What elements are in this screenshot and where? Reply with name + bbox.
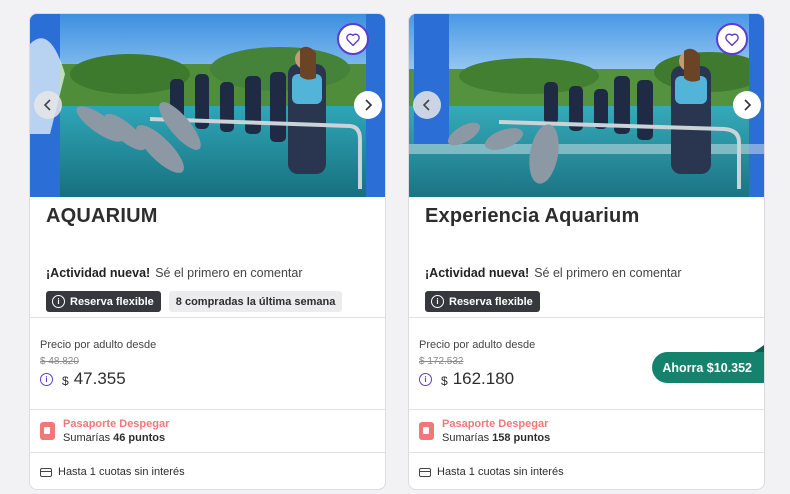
credit-card-icon — [40, 467, 52, 477]
installments-label: Hasta 1 cuotas sin interés — [437, 466, 564, 478]
flexible-booking-badge[interactable]: i Reserva flexible — [425, 291, 540, 312]
credit-card-icon — [419, 467, 431, 477]
flexible-booking-label: Reserva flexible — [449, 295, 533, 308]
savings-badge: Ahorra $10.352 — [652, 345, 764, 383]
next-photo-button[interactable] — [733, 91, 761, 119]
passport-icon — [40, 422, 55, 440]
info-icon[interactable]: i — [40, 372, 53, 386]
points-prefix: Sumarías — [442, 432, 490, 444]
tags-row: i Reserva flexible — [425, 291, 540, 312]
favorite-button[interactable] — [716, 23, 748, 55]
price-row: i $ 47.355 — [40, 369, 126, 389]
previous-photo-button[interactable] — [34, 91, 62, 119]
price-value: 47.355 — [73, 369, 126, 388]
passport-points: Pasaporte Despegar Sumarías 158 puntos — [419, 417, 550, 445]
points-prefix: Sumarías — [63, 432, 111, 444]
points-value: 46 puntos — [113, 432, 166, 444]
old-price: $ 172.532 — [419, 356, 464, 367]
dolphin-show-image — [30, 14, 385, 197]
passport-name: Pasaporte Despegar — [63, 418, 170, 430]
chevron-left-icon — [43, 99, 51, 111]
rating-info: ¡Actividad nueva! Sé el primero en coment… — [46, 266, 302, 280]
divider — [30, 409, 385, 410]
no-reviews-label: Sé el primero en comentar — [534, 266, 682, 280]
divider — [409, 409, 764, 410]
price-label: Precio por adulto desde — [40, 339, 157, 351]
purchases-badge: 8 compradas la última semana — [168, 291, 343, 312]
installments-label: Hasta 1 cuotas sin interés — [58, 466, 185, 478]
old-price: $ 48.820 — [40, 356, 79, 367]
passport-name: Pasaporte Despegar — [442, 418, 549, 430]
new-activity-label: ¡Actividad nueva! — [425, 266, 530, 280]
price-value: 162.180 — [452, 369, 515, 388]
next-photo-button[interactable] — [354, 91, 382, 119]
chevron-left-icon — [422, 99, 430, 111]
tags-row: i Reserva flexible 8 compradas la última… — [46, 291, 343, 312]
activity-title[interactable]: Experiencia Aquarium — [425, 205, 639, 228]
heart-icon — [346, 33, 360, 46]
price-label: Precio por adulto desde — [419, 339, 536, 351]
activity-card[interactable]: AQUARIUM ¡Actividad nueva! Sé el primero … — [29, 13, 386, 490]
flexible-booking-badge[interactable]: i Reserva flexible — [46, 291, 161, 312]
installments-info: Hasta 1 cuotas sin interés — [419, 466, 564, 478]
divider — [409, 452, 764, 453]
activity-card[interactable]: Experiencia Aquarium ¡Actividad nueva! Sé… — [408, 13, 765, 490]
activity-title[interactable]: AQUARIUM — [46, 205, 158, 228]
no-reviews-label: Sé el primero en comentar — [155, 266, 303, 280]
installments-info: Hasta 1 cuotas sin interés — [40, 466, 185, 478]
dolphin-show-image — [409, 14, 764, 197]
info-icon: i — [52, 295, 65, 308]
passport-points: Pasaporte Despegar Sumarías 46 puntos — [40, 417, 169, 445]
activity-photo[interactable] — [30, 14, 385, 197]
currency-symbol: $ — [62, 374, 69, 388]
divider — [30, 452, 385, 453]
info-icon: i — [431, 295, 444, 308]
divider — [30, 317, 385, 318]
favorite-button[interactable] — [337, 23, 369, 55]
price-row: i $ 162.180 — [419, 369, 514, 389]
chevron-right-icon — [365, 99, 373, 111]
flexible-booking-label: Reserva flexible — [70, 295, 154, 308]
passport-icon — [419, 422, 434, 440]
currency-symbol: $ — [441, 374, 448, 388]
points-value: 158 puntos — [492, 432, 551, 444]
rating-info: ¡Actividad nueva! Sé el primero en coment… — [425, 266, 681, 280]
new-activity-label: ¡Actividad nueva! — [46, 266, 151, 280]
previous-photo-button[interactable] — [413, 91, 441, 119]
info-icon[interactable]: i — [419, 372, 432, 386]
heart-icon — [725, 33, 739, 46]
chevron-right-icon — [744, 99, 752, 111]
divider — [409, 317, 764, 318]
activity-photo[interactable] — [409, 14, 764, 197]
